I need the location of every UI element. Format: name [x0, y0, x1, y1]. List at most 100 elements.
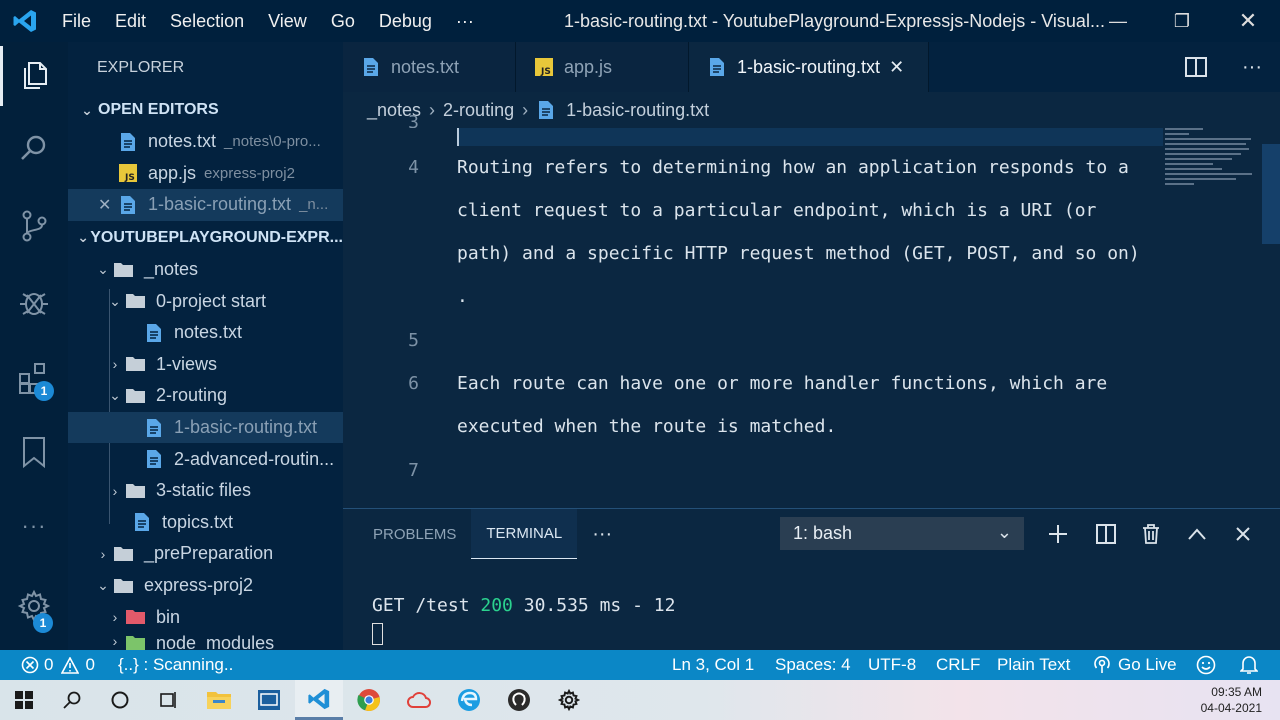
tree-folder-express-proj2[interactable]: ⌄ express-proj2: [68, 570, 343, 602]
more-actions-icon[interactable]: ···: [1224, 56, 1280, 79]
restore-button[interactable]: ❐: [1150, 0, 1214, 42]
task-view-icon[interactable]: [144, 680, 192, 720]
settings-gear-icon[interactable]: 1: [0, 576, 68, 636]
debug-icon[interactable]: [0, 272, 68, 332]
tab-appjs[interactable]: JS app.js: [516, 42, 689, 92]
code-line: client request to a particular endpoint,…: [457, 200, 1097, 221]
panel-more-icon[interactable]: ···: [577, 509, 627, 559]
source-control-icon[interactable]: [0, 196, 68, 256]
minimap-line: [1165, 158, 1232, 160]
tree-folder-notes[interactable]: ⌄ _notes: [68, 254, 343, 286]
open-editors-section[interactable]: ⌄ OPEN EDITORS: [68, 94, 343, 126]
open-editor-hint: _n...: [299, 196, 329, 214]
tree-file-notes[interactable]: notes.txt: [68, 317, 343, 349]
tree-folder-node-modules[interactable]: › node_modules: [68, 633, 343, 650]
tree-folder-preparation[interactable]: › _prePreparation: [68, 538, 343, 570]
tree-label: topics.txt: [162, 511, 234, 532]
tab-problems[interactable]: PROBLEMS: [358, 509, 471, 559]
tree-folder-views[interactable]: › 1-views: [68, 349, 343, 381]
tab-notes[interactable]: notes.txt: [343, 42, 516, 92]
feedback-smiley-icon[interactable]: [1196, 650, 1216, 680]
explorer-icon[interactable]: [0, 46, 68, 106]
maximize-panel-icon[interactable]: [1174, 517, 1220, 550]
editor-scrollbar[interactable]: [1262, 144, 1280, 244]
code-editor[interactable]: 3 4 Routing refers to determining how an…: [343, 114, 1280, 508]
tree-file-basic-routing[interactable]: 1-basic-routing.txt: [68, 411, 343, 444]
chrome-icon[interactable]: [345, 680, 393, 720]
terminal-status: 200: [480, 595, 513, 616]
clock-time: 09:35 AM: [1211, 685, 1262, 699]
encoding[interactable]: UTF-8: [868, 650, 916, 680]
bookmarks-icon[interactable]: [0, 422, 68, 482]
menu-selection[interactable]: Selection: [158, 11, 256, 32]
split-editor-icon[interactable]: [1168, 57, 1224, 77]
code-line: executed when the route is matched.: [457, 416, 837, 437]
tree-folder-routing[interactable]: ⌄ 2-routing: [68, 380, 343, 412]
project-section[interactable]: ⌄ YOUTUBEPLAYGROUND-EXPR...: [68, 222, 343, 254]
more-views-icon[interactable]: ···: [0, 496, 68, 556]
search-icon[interactable]: [0, 118, 68, 178]
minimap[interactable]: [1165, 128, 1260, 248]
open-editor-hint: express-proj2: [204, 164, 295, 182]
language-mode[interactable]: Plain Text: [997, 650, 1070, 680]
windows-start-icon[interactable]: [0, 680, 48, 720]
minimap-line: [1165, 153, 1241, 155]
minimap-line: [1165, 138, 1251, 140]
breadcrumb-separator: ›: [522, 99, 529, 120]
tree-folder-project-start[interactable]: ⌄ 0-project start: [68, 285, 343, 317]
tree-file-topics[interactable]: topics.txt: [68, 507, 343, 539]
terminal-select[interactable]: 1: bash ⌄: [780, 517, 1024, 550]
tree-folder-bin[interactable]: › bin: [68, 601, 343, 633]
file-text-icon: [361, 57, 381, 77]
tab-label: notes.txt: [391, 56, 460, 77]
taskbar-search-icon[interactable]: [48, 680, 96, 720]
tree-label: _notes: [144, 259, 199, 280]
menu-file[interactable]: File: [50, 11, 103, 32]
trash-icon[interactable]: [1128, 517, 1174, 550]
scanning-status[interactable]: {..} : Scanning..: [118, 650, 233, 680]
explorer-sidebar: EXPLORER ⌄ OPEN EDITORS notes.txt _notes…: [68, 42, 343, 650]
split-terminal-icon[interactable]: [1083, 517, 1129, 550]
open-editor-basic-routing[interactable]: ✕ 1-basic-routing.txt _n...: [68, 189, 343, 221]
file-explorer-icon[interactable]: [195, 680, 243, 720]
terminal-select-value: 1: bash: [793, 523, 853, 543]
tree-file-advanced-routing[interactable]: 2-advanced-routin...: [68, 443, 343, 475]
extensions-icon[interactable]: 1: [0, 348, 68, 408]
taskbar-vscode-icon[interactable]: [295, 680, 343, 720]
close-panel-icon[interactable]: [1220, 517, 1266, 550]
tree-folder-static-files[interactable]: › 3-static files: [68, 475, 343, 507]
notifications-bell-icon[interactable]: [1240, 650, 1258, 680]
taskbar-app-blue-icon[interactable]: [245, 680, 293, 720]
menu-more[interactable]: ···: [444, 11, 486, 32]
activity-bar: 1 ··· 1: [0, 42, 68, 650]
settings-app-icon[interactable]: [545, 680, 593, 720]
indentation[interactable]: Spaces: 4: [775, 650, 851, 680]
cortana-icon[interactable]: [96, 680, 144, 720]
close-window-button[interactable]: ✕: [1216, 0, 1280, 42]
minimize-button[interactable]: —: [1086, 0, 1150, 42]
tab-basic-routing[interactable]: 1-basic-routing.txt ✕: [689, 42, 929, 92]
go-live-button[interactable]: Go Live: [1093, 650, 1177, 680]
system-clock[interactable]: 09:35 AM 04-04-2021: [1201, 684, 1262, 716]
creative-cloud-icon[interactable]: [395, 680, 443, 720]
line-ending[interactable]: CRLF: [936, 650, 980, 680]
open-editor-notes[interactable]: notes.txt _notes\0-pro...: [68, 126, 343, 158]
menu-debug[interactable]: Debug: [367, 11, 444, 32]
close-editor-icon[interactable]: ✕: [98, 195, 118, 215]
close-tab-icon[interactable]: ✕: [889, 57, 904, 78]
cursor-position[interactable]: Ln 3, Col 1: [672, 650, 754, 680]
breadcrumb-item[interactable]: 2-routing: [443, 100, 514, 121]
open-editor-appjs[interactable]: JS app.js express-proj2: [68, 158, 343, 190]
problems-status[interactable]: 0 0: [21, 650, 95, 680]
tab-terminal[interactable]: TERMINAL: [471, 509, 578, 559]
menu-bar: File Edit Selection View Go Debug ···: [50, 11, 486, 32]
github-desktop-icon[interactable]: [495, 680, 543, 720]
edge-icon[interactable]: [445, 680, 493, 720]
minimap-line: [1165, 163, 1213, 165]
menu-view[interactable]: View: [256, 11, 319, 32]
terminal-output[interactable]: GET /test 200 30.535 ms - 12: [372, 595, 675, 616]
menu-edit[interactable]: Edit: [103, 11, 158, 32]
new-terminal-icon[interactable]: [1035, 517, 1081, 550]
menu-go[interactable]: Go: [319, 11, 367, 32]
breadcrumb-item[interactable]: 1-basic-routing.txt: [566, 100, 709, 121]
